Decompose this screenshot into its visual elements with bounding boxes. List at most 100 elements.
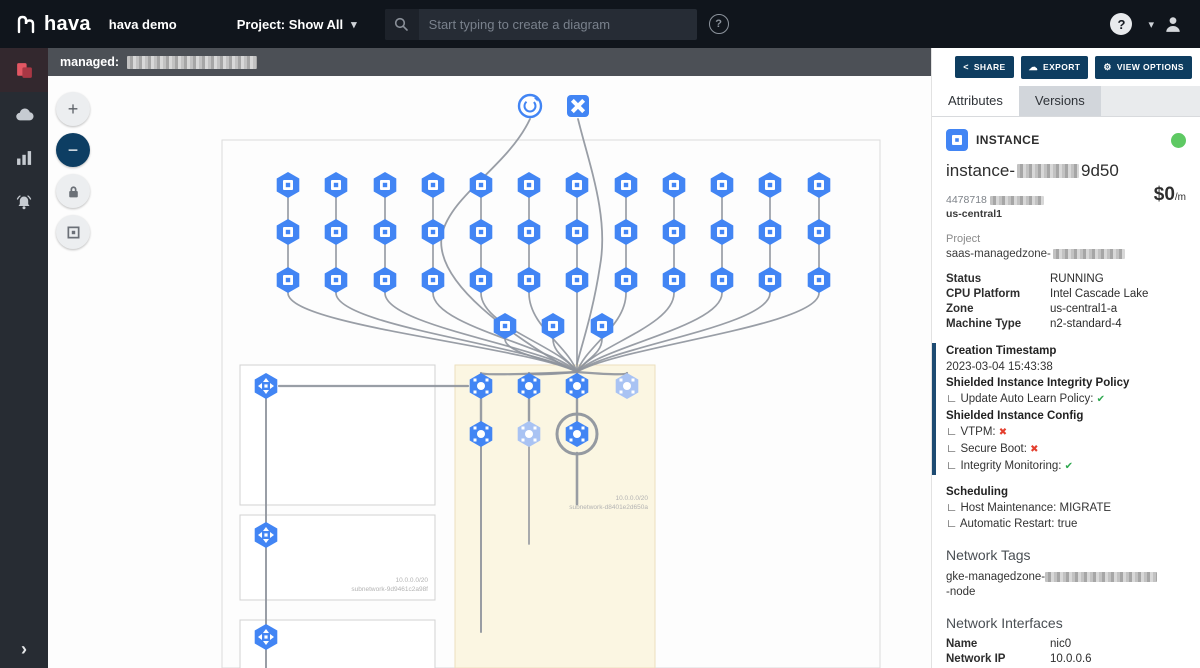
compute-node[interactable] — [759, 172, 782, 198]
compute-node[interactable] — [470, 219, 493, 245]
compute-node[interactable] — [711, 267, 734, 293]
compute-node[interactable] — [374, 219, 397, 245]
instance-type-icon — [946, 129, 968, 151]
attribute-row: Network IP10.0.0.6 — [946, 653, 1186, 665]
compute-node[interactable] — [470, 172, 493, 198]
attribute-row: Zoneus-central1-a — [946, 303, 1186, 315]
view-options-button[interactable]: ⚙ VIEW OPTIONS — [1095, 56, 1192, 79]
cross-icon: ✖ — [999, 427, 1007, 438]
attribute-row: StatusRUNNING — [946, 273, 1186, 285]
search-help-icon[interactable]: ? — [709, 14, 729, 34]
zoom-in-button[interactable]: + — [56, 92, 90, 126]
sidebar-item-environments[interactable] — [0, 48, 48, 92]
sidebar-expand-button[interactable]: › — [0, 639, 48, 660]
network-diagram[interactable]: 10.0.0.0/20subnetwork-d8401e2d650a10.0.0… — [48, 76, 932, 668]
compute-node[interactable] — [325, 219, 348, 245]
compute-node[interactable] — [711, 172, 734, 198]
compute-node[interactable] — [663, 172, 686, 198]
compute-node[interactable] — [470, 267, 493, 293]
compute-node[interactable] — [566, 219, 589, 245]
price-value: $0 — [1154, 184, 1175, 205]
network-tags-value: gke-managedzone- -node — [946, 570, 1186, 600]
attribute-row: CPU PlatformIntel Cascade Lake — [946, 288, 1186, 300]
compute-node[interactable] — [615, 267, 638, 293]
compute-node[interactable] — [808, 267, 831, 293]
panel-actions: < SHARE ☁ EXPORT ⚙ VIEW OPTIONS — [932, 48, 1200, 86]
project-selector[interactable]: Project: Show All ▾ — [237, 17, 357, 32]
sidebar-item-alerts[interactable] — [0, 180, 48, 224]
compute-node[interactable] — [277, 267, 300, 293]
check-icon: ✔ — [1065, 461, 1073, 472]
diagram-search[interactable] — [385, 9, 697, 40]
compute-node[interactable] — [663, 267, 686, 293]
compute-node[interactable] — [711, 219, 734, 245]
detail-item: ∟ Integrity Monitoring: ✔ — [946, 458, 1186, 475]
tab-attributes[interactable]: Attributes — [932, 86, 1019, 116]
compute-node[interactable] — [374, 267, 397, 293]
compute-node[interactable] — [663, 219, 686, 245]
alert-bell-icon — [15, 194, 33, 211]
lock-icon — [66, 184, 81, 199]
user-menu-chevron-icon[interactable]: ▾ — [1148, 18, 1154, 31]
environment-title: managed: — [60, 55, 119, 69]
project-value: saas-managedzone- — [946, 248, 1186, 260]
subnet-label: subnetwork-9d9461c2a98f — [351, 586, 428, 593]
compute-node[interactable] — [808, 172, 831, 198]
diagram-viewport[interactable]: + − 10.0.0.0/20subnetwork-d8401e2d650a10… — [48, 76, 932, 668]
detail-heading: Shielded Instance Config — [946, 408, 1186, 424]
workspace-name: hava demo — [109, 17, 177, 32]
attribute-value: nic0 — [1050, 638, 1071, 650]
fit-button[interactable] — [56, 215, 90, 249]
compute-node[interactable] — [759, 267, 782, 293]
panel-tabs: Attributes Versions — [932, 86, 1200, 117]
compute-node[interactable] — [325, 267, 348, 293]
user-icon[interactable] — [1164, 15, 1182, 33]
compute-node[interactable] — [277, 219, 300, 245]
help-icon[interactable]: ? — [1110, 13, 1132, 35]
scheduler-icon[interactable] — [519, 95, 541, 117]
attribute-rows: StatusRUNNING CPU PlatformIntel Cascade L… — [946, 273, 1186, 330]
attribute-label: Network IP — [946, 653, 1050, 665]
compute-node[interactable] — [615, 172, 638, 198]
compute-node[interactable] — [615, 219, 638, 245]
compute-node[interactable] — [374, 172, 397, 198]
detail-item: ∟ Host Maintenance: MIGRATE — [946, 500, 1186, 516]
share-button[interactable]: < SHARE — [955, 56, 1013, 78]
compute-node[interactable] — [518, 172, 541, 198]
attribute-value: us-central1-a — [1050, 303, 1117, 315]
tab-versions[interactable]: Versions — [1019, 86, 1101, 116]
zoom-out-button[interactable]: − — [56, 133, 90, 167]
export-button[interactable]: ☁ EXPORT — [1021, 56, 1089, 79]
compute-node[interactable] — [325, 172, 348, 198]
compute-node[interactable] — [591, 313, 614, 339]
cross-icon: ✖ — [1030, 444, 1038, 455]
detail-item: ∟ Automatic Restart: true — [946, 516, 1186, 532]
attribute-row: Namenic0 — [946, 638, 1186, 650]
bar-chart-icon — [16, 150, 33, 166]
compute-node[interactable] — [422, 172, 445, 198]
compute-node[interactable] — [422, 267, 445, 293]
compute-node[interactable] — [566, 267, 589, 293]
compute-node[interactable] — [566, 172, 589, 198]
compute-node[interactable] — [518, 267, 541, 293]
detail-heading: Scheduling — [946, 484, 1186, 500]
main-area: managed: + − 10.0.0.0/20subnetwork-d8401… — [48, 48, 932, 668]
compute-node[interactable] — [542, 313, 565, 339]
sidebar-item-sources[interactable] — [0, 92, 48, 136]
compute-node[interactable] — [759, 219, 782, 245]
scheduling-details: Scheduling∟ Host Maintenance: MIGRATE ∟ … — [946, 484, 1186, 532]
search-input[interactable] — [419, 17, 697, 32]
compute-node[interactable] — [277, 172, 300, 198]
export-cloud-icon: ☁ — [1029, 62, 1038, 73]
compute-node[interactable] — [808, 219, 831, 245]
dataflow-icon[interactable] — [567, 95, 590, 118]
lock-button[interactable] — [56, 174, 90, 208]
attribute-label: Name — [946, 638, 1050, 650]
sidebar-item-reports[interactable] — [0, 136, 48, 180]
subnet-label: 10.0.0.0/20 — [395, 577, 428, 584]
cream-container — [455, 365, 655, 668]
network-tag-prefix: gke-managedzone- — [946, 571, 1045, 583]
redacted-project-value — [1053, 249, 1125, 259]
compute-node[interactable] — [518, 219, 541, 245]
hava-logo[interactable]: hava — [0, 12, 109, 36]
